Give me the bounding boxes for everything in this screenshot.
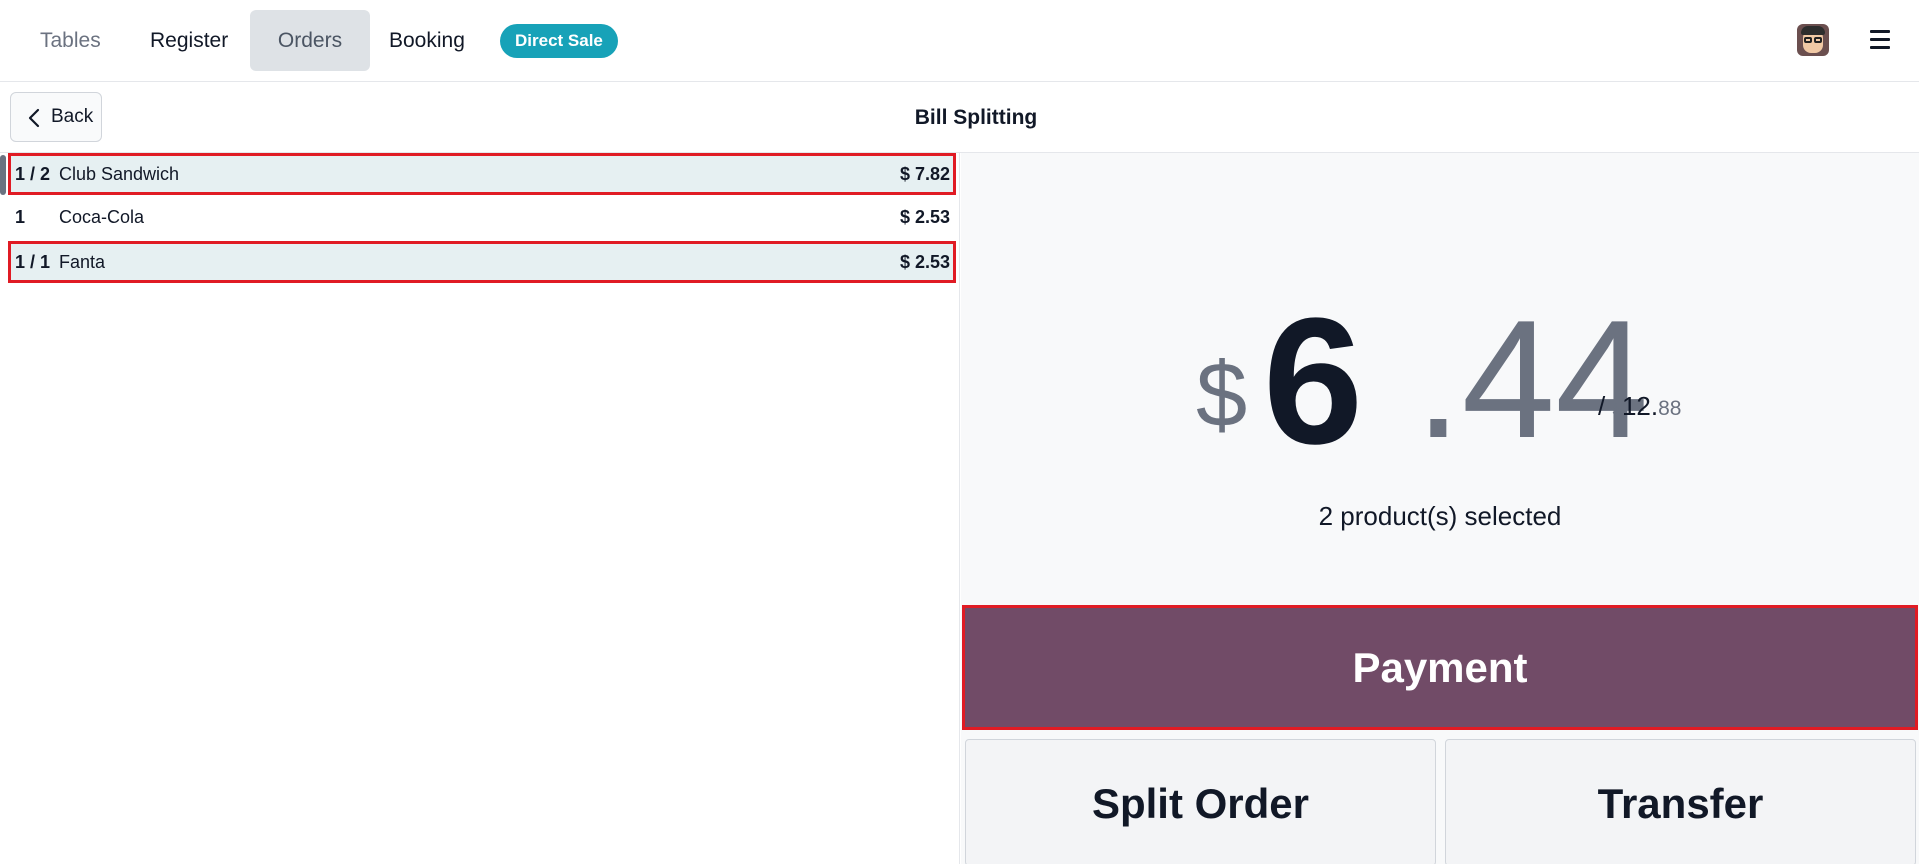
amount-integer: 6 <box>1263 281 1363 482</box>
direct-sale-button[interactable]: Direct Sale <box>500 24 618 58</box>
nav-register[interactable]: Register <box>130 10 248 71</box>
line-price: $ 2.53 <box>899 207 950 227</box>
selected-count-text: 2 product(s) selected <box>1318 501 1562 531</box>
nav-tables[interactable]: Tables <box>20 10 121 71</box>
avatar-glasses-left <box>1804 37 1812 43</box>
amount-decimal: .44 <box>1415 285 1649 473</box>
transfer-button[interactable]: Transfer <box>1445 739 1916 864</box>
top-navbar: Tables Register Orders Booking Direct Sa… <box>0 0 1919 82</box>
avatar-glasses-right <box>1814 37 1822 43</box>
order-lines-panel: 1 / 2 Club Sandwich $ 7.82 1 Coca-Cola $… <box>0 153 960 864</box>
order-line-club-sandwich[interactable]: 1 / 2 Club Sandwich $ 7.82 <box>8 153 956 195</box>
line-name: Coca-Cola <box>59 207 145 227</box>
split-summary-panel: $ 6 .44 / $12.88 2 product(s) selected P… <box>961 153 1919 864</box>
line-qty: 1 / 1 <box>15 252 51 272</box>
nav-booking[interactable]: Booking <box>369 10 485 71</box>
page-title: Bill Splitting <box>914 106 1038 129</box>
split-order-button[interactable]: Split Order <box>965 739 1436 864</box>
user-avatar[interactable] <box>1797 24 1829 56</box>
nav-orders[interactable]: Orders <box>250 10 370 71</box>
total-prefix: / <box>1598 391 1606 421</box>
line-qty: 1 <box>15 207 26 227</box>
payment-button[interactable]: Payment <box>962 605 1918 730</box>
hamburger-menu-icon[interactable] <box>1870 30 1892 50</box>
order-total: / $12.88 <box>1598 391 1681 422</box>
avatar-hair <box>1801 26 1825 35</box>
order-line-coca-cola[interactable]: 1 Coca-Cola $ 2.53 <box>8 197 956 239</box>
selected-amount: $ 6 .44 / $12.88 <box>961 281 1919 482</box>
order-line-fanta[interactable]: 1 / 1 Fanta $ 2.53 <box>8 241 956 283</box>
subheader: Back Bill Splitting <box>0 82 1919 153</box>
total-currency: $ <box>1612 400 1622 419</box>
total-integer: 12. <box>1621 391 1659 421</box>
scrollbar-thumb[interactable] <box>0 155 6 195</box>
line-name: Club Sandwich <box>59 164 180 184</box>
total-decimal: 88 <box>1658 397 1682 420</box>
amount-currency: $ <box>1196 344 1248 446</box>
line-name: Fanta <box>59 252 106 272</box>
line-qty: 1 / 2 <box>15 164 51 184</box>
line-price: $ 2.53 <box>899 252 950 272</box>
line-price: $ 7.82 <box>899 164 950 184</box>
